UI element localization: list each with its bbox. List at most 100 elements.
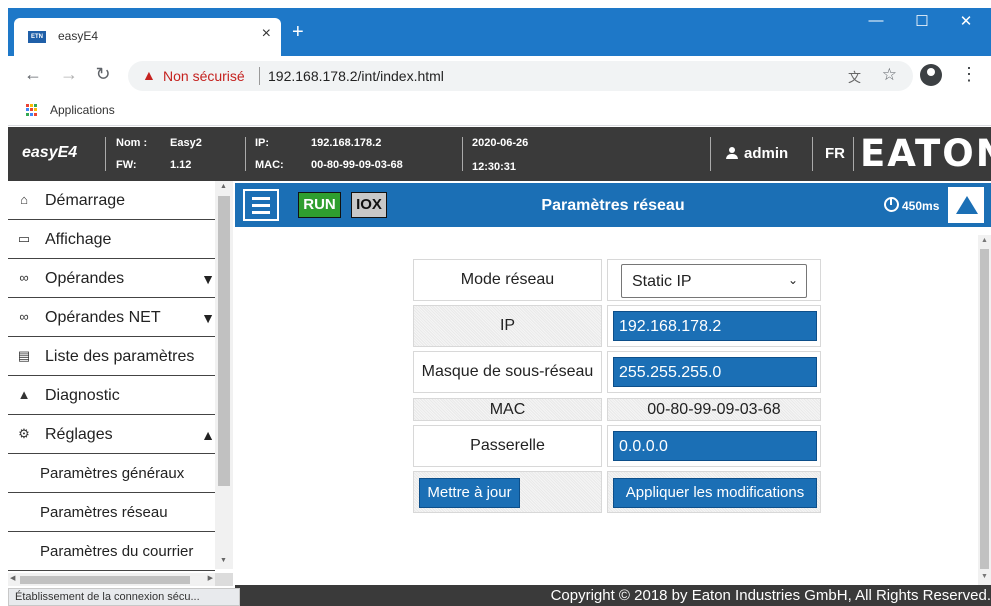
reload-icon[interactable]: ↻ [92, 64, 114, 85]
scroll-thumb[interactable] [218, 196, 230, 486]
insecure-label[interactable]: Non sécurisé [163, 68, 245, 84]
gateway-input[interactable]: 0.0.0.0 [613, 431, 817, 461]
browser-status-bubble: Établissement de la connexion sécu... [8, 588, 240, 606]
language-selector[interactable]: FR [825, 145, 845, 162]
menu-icon[interactable]: ⋮ [960, 64, 978, 85]
header-separator [245, 137, 246, 171]
sidebar-horizontal-scrollbar[interactable]: ◀ ▶ [8, 573, 215, 586]
link-icon: ∞ [19, 309, 29, 324]
translate-icon[interactable]: 文 [848, 67, 861, 86]
sidebar-item-label: Diagnostic [45, 387, 120, 404]
back-icon[interactable]: ← [22, 64, 44, 85]
mac-field-value: 00-80-99-09-03-68 [607, 398, 821, 421]
refresh-timer-icon [884, 197, 899, 212]
mac-label: MAC: [255, 159, 284, 171]
user-name[interactable]: admin [744, 145, 788, 162]
tab-close-icon[interactable]: × [262, 25, 271, 43]
ip-field-label: IP [413, 305, 602, 347]
header-separator [105, 137, 106, 171]
sidebar-item-label: Opérandes [45, 270, 125, 287]
subnet-mask-input[interactable]: 255.255.255.0 [613, 357, 817, 387]
forward-icon[interactable]: → [58, 64, 80, 85]
sidebar-item-label: Paramètres du courrier [40, 543, 194, 560]
scrollbar-corner [215, 573, 233, 586]
apply-cell: Appliquer les modifications [607, 471, 821, 513]
sidebar-item-label: Démarrage [45, 192, 126, 209]
sidebar-item-reglages[interactable]: ⚙ Réglages ▲ [8, 415, 215, 454]
sidebar-subitem-parametres-courrier[interactable]: Paramètres du courrier [8, 532, 215, 571]
page-title: Paramètres réseau [541, 197, 685, 214]
sidebar-subitem-parametres-generaux[interactable]: Paramètres généraux [8, 454, 215, 493]
mask-cell: 255.255.255.0 [607, 351, 821, 393]
address-bar[interactable]: ▲ Non sécurisé 192.168.178.2/int/index.h… [128, 61, 913, 91]
expand-arrow-icon[interactable]: ▼ [201, 271, 215, 287]
network-mode-select[interactable]: Static IP ⌄ [621, 264, 807, 298]
expand-arrow-icon[interactable]: ▼ [201, 310, 215, 326]
link-icon: ∞ [19, 270, 29, 285]
minimize-icon[interactable]: — [866, 12, 886, 29]
sidebar-item-label: Liste des paramètres [45, 348, 195, 365]
sidebar-item-affichage[interactable]: ▭ Affichage [8, 220, 215, 259]
refresh-interval[interactable]: 450ms [902, 199, 939, 213]
apply-changes-button[interactable]: Appliquer les modifications [613, 478, 817, 508]
up-arrow-icon [956, 196, 978, 214]
nom-label: Nom : [116, 137, 148, 149]
sidebar-item-label: Affichage [45, 231, 112, 248]
network-mode-value: Static IP [632, 273, 692, 290]
scroll-down-icon[interactable]: ▼ [981, 573, 988, 580]
scroll-right-icon[interactable]: ▶ [208, 574, 213, 582]
chevron-down-icon: ⌄ [787, 273, 798, 287]
ip-input[interactable]: 192.168.178.2 [613, 311, 817, 341]
scroll-top-button[interactable] [947, 186, 985, 224]
scroll-down-icon[interactable]: ▼ [220, 557, 227, 564]
gear-icon: ⚙ [18, 426, 30, 441]
fw-value: 1.12 [170, 159, 192, 171]
mode-label: Mode réseau [413, 259, 602, 301]
user-icon [726, 147, 738, 159]
sidebar-item-label: Réglages [45, 426, 113, 443]
scroll-thumb[interactable] [980, 249, 989, 569]
new-tab-icon[interactable]: + [292, 22, 304, 42]
warning-icon: ▲ [17, 387, 31, 402]
tab-title: easyE4 [58, 29, 99, 43]
browser-tab[interactable]: ETN easyE4 × [14, 18, 281, 56]
app-logo: easyE4 [22, 144, 78, 161]
header-separator [853, 137, 854, 171]
sidebar-item-liste-parametres[interactable]: ▤ Liste des paramètres [8, 337, 215, 376]
sidebar-item-diagnostic[interactable]: ▲ Diagnostic [8, 376, 215, 415]
address-separator [259, 67, 260, 85]
nom-value: Easy2 [170, 137, 202, 149]
bookmark-applications[interactable]: Applications [50, 103, 115, 117]
scroll-up-icon[interactable]: ▲ [220, 183, 227, 190]
sidebar-item-operandes[interactable]: ∞ Opérandes ▼ [8, 259, 215, 298]
scroll-up-icon[interactable]: ▲ [981, 237, 988, 244]
date-value: 2020-06-26 [472, 137, 529, 149]
sidebar-item-operandes-net[interactable]: ∞ Opérandes NET ▼ [8, 298, 215, 337]
bookmarks-bar: Applications [8, 96, 991, 126]
content-vertical-scrollbar[interactable]: ▲ ▼ [978, 235, 991, 586]
update-button[interactable]: Mettre à jour [419, 478, 520, 508]
url-text[interactable]: 192.168.178.2/int/index.html [268, 68, 444, 84]
profile-icon[interactable] [920, 64, 942, 86]
ip-cell: 192.168.178.2 [607, 305, 821, 347]
maximize-icon[interactable]: ☐ [912, 12, 932, 30]
scroll-left-icon[interactable]: ◀ [10, 574, 15, 582]
scroll-thumb[interactable] [20, 576, 190, 584]
sidebar-item-label: Paramètres généraux [40, 465, 185, 482]
apps-grid-icon[interactable] [26, 104, 38, 116]
bookmark-star-icon[interactable]: ☆ [882, 65, 897, 85]
mac-value: 00-80-99-09-03-68 [311, 159, 403, 171]
update-cell: Mettre à jour [413, 471, 602, 513]
sidebar-item-demarrage[interactable]: ⌂ Démarrage [8, 181, 215, 220]
mode-cell: Static IP ⌄ [607, 259, 821, 301]
sidebar-vertical-scrollbar[interactable]: ▲ ▼ [215, 181, 233, 569]
header-separator [710, 137, 711, 171]
close-window-icon[interactable]: ✕ [956, 12, 976, 30]
sidebar-item-label: Paramètres réseau [40, 504, 168, 521]
mask-label: Masque de sous-réseau [413, 351, 602, 393]
mac-field-label: MAC [413, 398, 602, 421]
ip-value: 192.168.178.2 [311, 137, 382, 149]
monitor-icon: ▭ [17, 231, 31, 246]
collapse-arrow-icon[interactable]: ▲ [201, 427, 215, 443]
sidebar-subitem-parametres-reseau[interactable]: Paramètres réseau [8, 493, 215, 532]
